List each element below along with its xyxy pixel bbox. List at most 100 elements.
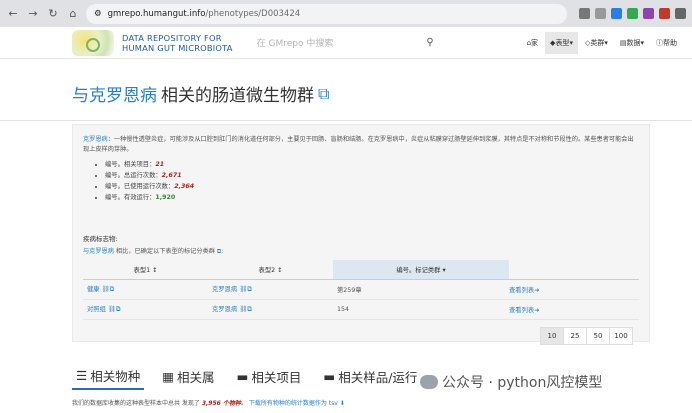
url-path: /phenotypes/D003424 <box>205 8 301 19</box>
menu-help[interactable]: ⓘ帮助 <box>651 32 682 54</box>
bookmark-icon[interactable] <box>595 8 606 19</box>
forward-icon[interactable]: → <box>26 7 40 20</box>
row-marker-count: 第259章 <box>333 279 509 300</box>
link-icon[interactable]: ⛓ <box>239 306 247 313</box>
stat-value: 2,364 <box>174 183 195 190</box>
tab-species[interactable]: ☰ 相关物种 <box>72 362 145 390</box>
col-action <box>509 260 639 280</box>
row-marker-count: 154 <box>333 299 509 320</box>
stat-label: 编号。相关项目： <box>105 161 156 168</box>
table-icon: ▦ <box>162 368 175 384</box>
tab-samples[interactable]: ▬ 相关样品/运行 <box>319 362 421 390</box>
stat-projects: 编号。相关项目：21 <box>105 159 639 170</box>
disease-link[interactable]: 克罗恩病 <box>83 136 108 143</box>
url-host: gmrepo.humangut.info <box>107 8 206 19</box>
page-size-50[interactable]: 50 <box>586 327 610 345</box>
address-bar[interactable]: ⚙ gmrepo.humangut.info/phenotypes/D00342… <box>86 3 567 24</box>
phenotype-link[interactable]: 克罗恩病 <box>212 306 237 313</box>
gmrepo-logo[interactable]: DATA REPOSITORY FOR HUMAN GUT MICROBIOTA <box>72 29 233 56</box>
phenotype-panel: 克罗恩病：一种慢性透壁炎症，可能涉及从口腔到肛门的消化道任何部分，主要见于回肠、… <box>72 124 650 342</box>
species-summary: 我们的数据库收集的这种表型样本中总共 发现了 3,956 个物种。 下载所有物种… <box>72 398 345 407</box>
ext-icon-3[interactable] <box>643 8 654 19</box>
watermark: 公众号 · python风控模型 <box>420 372 602 392</box>
browser-toolbar: ← → ↻ ⌂ ⚙ gmrepo.humangut.info/phenotype… <box>0 0 692 27</box>
site-info-icon[interactable]: ⚙ <box>94 9 102 19</box>
col-marker-count[interactable]: 编号。标记类群 ▾ <box>333 260 509 280</box>
markers-heading: 疾病标志物: <box>83 235 118 243</box>
row-action: 查看列表➜ <box>509 299 639 320</box>
phenotype-link[interactable]: 健康 <box>87 286 100 293</box>
stat-label: 编号。总运行次数： <box>105 172 162 179</box>
ext-icon-1[interactable] <box>611 8 622 19</box>
search-icon[interactable]: ⚲ <box>426 37 433 48</box>
ext-icon-4[interactable] <box>659 8 670 19</box>
menu-phenotypes-label: 表型 <box>555 38 570 47</box>
link-icon[interactable]: ⛓ <box>102 286 110 293</box>
stat-label: 编号。已使用运行次数： <box>105 183 175 190</box>
view-list-link[interactable]: 查看列表 <box>509 287 534 294</box>
arrow-circle-icon[interactable]: ➜ <box>534 287 539 294</box>
phenotype-link[interactable]: 对照组 <box>87 306 106 313</box>
translate-icon[interactable] <box>579 8 590 19</box>
link-icon[interactable]: ⛓ <box>108 306 116 313</box>
markers-disease-link[interactable]: 与克罗恩病 <box>83 248 114 255</box>
disease-description: 克罗恩病：一种慢性透壁炎症，可能涉及从口腔到肛门的消化道任何部分，主要见于回肠、… <box>83 135 639 155</box>
col-phenotype2[interactable]: 表型2 ↕ <box>208 260 333 280</box>
markers-subtitle: 与克罗恩病 相比，已确定以下表型的标记分类群 ⧉: <box>83 248 224 255</box>
back-icon[interactable]: ← <box>6 7 20 20</box>
external-link-icon[interactable]: ⧉ <box>247 286 252 293</box>
extensions-icon[interactable] <box>675 8 686 19</box>
summary-sep: 。 <box>240 400 249 407</box>
table-row: 健康 ⛓⧉ 克罗恩病 ⛓⧉ 第259章 查看列表➜ <box>83 279 639 300</box>
table-header-row: 表型1 ↕ 表型2 ↕ 编号。标记类群 ▾ <box>83 260 639 280</box>
external-link-icon[interactable]: ⧉ <box>110 286 115 293</box>
page-title: 与克罗恩病 相关的肠道微生物群 ⧉ <box>72 81 692 107</box>
table-row: 对照组 ⛓⧉ 克罗恩病 ⛓⧉ 154 查看列表➜ <box>83 299 639 320</box>
row-phenotype1: 健康 ⛓⧉ <box>83 279 208 300</box>
download-icon[interactable]: ⬇ <box>340 400 345 407</box>
extensions <box>579 8 686 19</box>
ext-icon-2[interactable] <box>627 8 638 19</box>
external-link-icon[interactable]: ⧉ <box>217 248 221 255</box>
site-header: DATA REPOSITORY FOR HUMAN GUT MICROBIOTA… <box>0 27 692 59</box>
tab-genera[interactable]: ▦ 相关属 <box>158 362 218 390</box>
row-phenotype2: 克罗恩病 ⛓⧉ <box>208 299 333 320</box>
menu-home[interactable]: ⌂家 <box>522 32 543 54</box>
tab-projects[interactable]: ▬ 相关项目 <box>233 362 306 390</box>
search-input[interactable]: 在 GMrepo 中搜索 <box>257 36 334 49</box>
download-tsv-link[interactable]: 下载所有物种的统计数据作为 tsv <box>249 400 338 407</box>
logo-image <box>72 29 114 56</box>
menu-data[interactable]: ▤数据▾ <box>615 32 649 54</box>
external-link-icon[interactable]: ⧉ <box>116 306 121 313</box>
phenotype-link[interactable]: 克罗恩病 <box>212 286 237 293</box>
list-icon: ☰ <box>76 367 88 383</box>
row-phenotype2: 克罗恩病 ⛓⧉ <box>208 279 333 300</box>
home-icon[interactable]: ⌂ <box>66 7 80 20</box>
watermark-text: 公众号 · python风控模型 <box>442 375 603 391</box>
title-disease-link[interactable]: 与克罗恩病 <box>72 81 157 106</box>
markers-table: 表型1 ↕ 表型2 ↕ 编号。标记类群 ▾ 健康 ⛓⧉ 克罗恩病 ⛓⧉ 第259… <box>83 260 639 320</box>
col-phenotype1[interactable]: 表型1 ↕ <box>83 260 208 280</box>
stat-used-runs: 编号。已使用运行次数：2,364 <box>105 181 639 192</box>
page-size-10[interactable]: 10 <box>540 327 564 345</box>
stat-value: 2,671 <box>161 172 182 179</box>
link-icon[interactable]: ⛓ <box>239 286 247 293</box>
stat-value: 1,920 <box>155 194 176 201</box>
row-action: 查看列表➜ <box>509 279 639 300</box>
external-link-icon[interactable]: ⧉ <box>318 84 329 104</box>
site-search[interactable]: 在 GMrepo 中搜索 ⚲ <box>253 32 438 54</box>
external-link-icon[interactable]: ⧉ <box>247 306 252 313</box>
page-size-25[interactable]: 25 <box>563 327 587 345</box>
view-list-link[interactable]: 查看列表 <box>509 307 534 314</box>
menu-home-label: 家 <box>531 38 539 47</box>
menu-help-label: 帮助 <box>663 38 677 47</box>
stat-valid-runs: 编号。有效运行：1,920 <box>105 192 639 203</box>
reload-icon[interactable]: ↻ <box>46 7 60 20</box>
logo-text: DATA REPOSITORY FOR HUMAN GUT MICROBIOTA <box>122 33 233 53</box>
arrow-circle-icon[interactable]: ➜ <box>534 307 539 314</box>
stat-value: 21 <box>155 161 165 168</box>
page-size-100[interactable]: 100 <box>609 327 633 345</box>
species-count: 3,956 个物种 <box>201 400 241 407</box>
menu-taxa[interactable]: ◇类群▾ <box>580 32 613 54</box>
menu-phenotypes[interactable]: ◆表型▾ <box>545 31 578 54</box>
